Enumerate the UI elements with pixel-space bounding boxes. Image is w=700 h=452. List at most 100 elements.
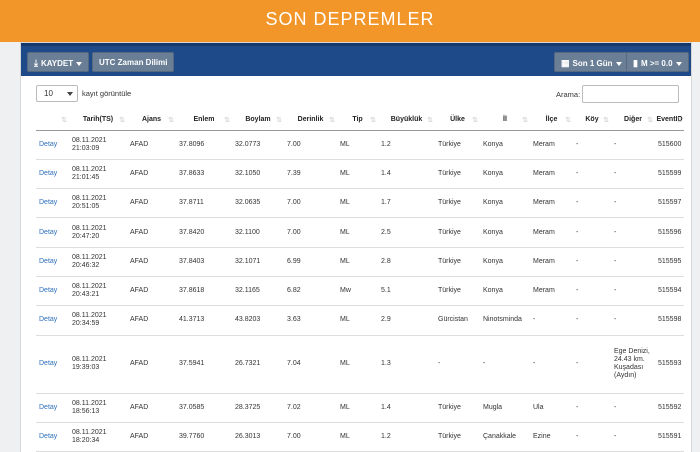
depth-cell: 7.39 bbox=[284, 159, 337, 190]
detail-link[interactable]: Detay bbox=[36, 130, 69, 160]
date-cell: 08.11.2021 20:47:20 bbox=[69, 217, 127, 248]
agency-cell: AFAD bbox=[127, 305, 176, 336]
table-row: Detay 08.11.2021 20:46:32 AFAD 37.8403 32.107… bbox=[36, 247, 684, 277]
column-header[interactable]: İlçe ⇅ bbox=[530, 110, 573, 131]
mag-cell: 5.1 bbox=[378, 276, 435, 307]
date-cell: 08.11.2021 18:20:34 bbox=[69, 422, 127, 452]
column-header-label: Enlem bbox=[193, 116, 215, 124]
district-cell: Meram bbox=[530, 159, 573, 190]
lat-cell: 39.7760 bbox=[176, 422, 232, 452]
lon-cell: 43.8203 bbox=[232, 305, 284, 336]
type-cell: ML bbox=[337, 217, 378, 248]
column-header[interactable]: Tarih(TS) ⇅ bbox=[69, 110, 127, 131]
detail-link[interactable]: Detay bbox=[36, 247, 69, 277]
detail-link[interactable]: Detay bbox=[36, 335, 69, 394]
detail-link[interactable]: Detay bbox=[36, 276, 69, 307]
country-cell: Türkiye bbox=[435, 159, 480, 190]
search-input[interactable] bbox=[582, 85, 679, 103]
detail-link[interactable]: Detay bbox=[36, 188, 69, 219]
column-header-label: Ajans bbox=[141, 116, 162, 124]
column-header[interactable]: İl ⇅ bbox=[480, 110, 530, 131]
column-header[interactable]: Ajans ⇅ bbox=[127, 110, 176, 131]
lat-cell: 37.8403 bbox=[176, 247, 232, 277]
country-cell: Türkiye bbox=[435, 188, 480, 219]
lon-cell: 28.3725 bbox=[232, 393, 284, 423]
agency-cell: AFAD bbox=[127, 276, 176, 307]
province-cell: Konya bbox=[480, 217, 530, 248]
column-header[interactable]: Tip ⇅ bbox=[337, 110, 378, 131]
province-cell: Konya bbox=[480, 130, 530, 160]
time-text: 19:39:03 bbox=[72, 364, 100, 372]
depth-cell: 7.00 bbox=[284, 188, 337, 219]
district-cell: Meram bbox=[530, 188, 573, 219]
page-title: SON DEPREMLER bbox=[265, 9, 435, 29]
lat-cell: 37.0585 bbox=[176, 393, 232, 423]
detail-link[interactable]: Detay bbox=[36, 305, 69, 336]
other-cell: - bbox=[611, 130, 655, 160]
column-header-label: İlçe bbox=[545, 116, 558, 124]
earthquake-table: ⇅ Tarih(TS) ⇅ Ajans ⇅ Enlem ⇅ Boylam ⇅ Derinlik ⇅ T… bbox=[36, 110, 684, 452]
column-header[interactable]: Boylam ⇅ bbox=[232, 110, 284, 131]
detail-link[interactable]: Detay bbox=[36, 422, 69, 452]
date-cell: 08.11.2021 18:56:13 bbox=[69, 393, 127, 423]
save-button[interactable]: ⤓ KAYDET bbox=[27, 52, 90, 72]
agency-cell: AFAD bbox=[127, 393, 176, 423]
column-header[interactable]: Ülke ⇅ bbox=[435, 110, 480, 131]
sort-icon: ⇅ bbox=[427, 117, 433, 124]
column-header[interactable]: ⇅ bbox=[36, 110, 69, 131]
utc-timezone-button[interactable]: UTC Zaman Dilimi bbox=[92, 52, 175, 72]
lon-cell: 32.1071 bbox=[232, 247, 284, 277]
column-header[interactable]: EventID ⇅ bbox=[655, 110, 684, 131]
utc-timezone-label: UTC Zaman Dilimi bbox=[99, 58, 168, 67]
column-header[interactable]: Diğer ⇅ bbox=[611, 110, 655, 131]
country-cell: Türkiye bbox=[435, 217, 480, 248]
village-cell: - bbox=[573, 247, 611, 277]
page-length-select[interactable]: 10 bbox=[36, 85, 78, 102]
table-row: Detay 08.11.2021 21:01:45 AFAD 37.8633 32.105… bbox=[36, 159, 684, 190]
type-cell: ML bbox=[337, 305, 378, 336]
agency-cell: AFAD bbox=[127, 217, 176, 248]
sort-icon: ⇅ bbox=[370, 117, 376, 124]
detail-link[interactable]: Detay bbox=[36, 159, 69, 190]
other-cell: - bbox=[611, 422, 655, 452]
event-id-cell: 515596 bbox=[655, 217, 684, 248]
page-banner: SON DEPREMLER bbox=[0, 0, 700, 42]
date-cell: 08.11.2021 21:03:09 bbox=[69, 130, 127, 160]
mag-cell: 1.2 bbox=[378, 422, 435, 452]
depth-cell: 7.00 bbox=[284, 217, 337, 248]
village-cell: - bbox=[573, 276, 611, 307]
event-id-cell: 515598 bbox=[655, 305, 684, 336]
detail-link[interactable]: Detay bbox=[36, 217, 69, 248]
column-header[interactable]: Köy ⇅ bbox=[573, 110, 611, 131]
column-header[interactable]: Enlem ⇅ bbox=[176, 110, 232, 131]
magnitude-dropdown[interactable]: ▮ M >= 0.0 bbox=[626, 52, 689, 72]
sort-icon: ⇅ bbox=[472, 117, 478, 124]
village-cell: - bbox=[573, 130, 611, 160]
date-cell: 08.11.2021 20:51:05 bbox=[69, 188, 127, 219]
sort-icon: ⇅ bbox=[676, 117, 682, 124]
mag-cell: 2.8 bbox=[378, 247, 435, 277]
period-dropdown[interactable]: ▦ Son 1 Gün bbox=[554, 52, 629, 72]
magnitude-dropdown-label: M >= 0.0 bbox=[640, 59, 673, 68]
table-row: Detay 08.11.2021 18:56:13 AFAD 37.0585 28.372… bbox=[36, 393, 684, 423]
detail-link[interactable]: Detay bbox=[36, 393, 69, 423]
depth-cell: 7.00 bbox=[284, 130, 337, 160]
column-header-label: Boylam bbox=[245, 116, 271, 124]
column-header-label: Köy bbox=[585, 116, 599, 124]
depth-cell: 7.02 bbox=[284, 393, 337, 423]
column-header[interactable]: Derinlik ⇅ bbox=[284, 110, 337, 131]
agency-cell: AFAD bbox=[127, 130, 176, 160]
agency-cell: AFAD bbox=[127, 247, 176, 277]
column-header[interactable]: Büyüklük ⇅ bbox=[378, 110, 435, 131]
earthquake-panel: ⤓ KAYDET UTC Zaman Dilimi ▦ Son 1 Gün ▮ M >… bbox=[20, 42, 692, 452]
lat-cell: 37.8420 bbox=[176, 217, 232, 248]
province-cell: Konya bbox=[480, 247, 530, 277]
sort-icon: ⇅ bbox=[168, 117, 174, 124]
sort-icon: ⇅ bbox=[329, 117, 335, 124]
province-cell: Ninotsminda bbox=[480, 305, 530, 336]
depth-cell: 7.00 bbox=[284, 422, 337, 452]
other-cell: - bbox=[611, 247, 655, 277]
table-row: Detay 08.11.2021 20:43:21 AFAD 37.8618 32.116… bbox=[36, 276, 684, 307]
column-header-label: İl bbox=[503, 116, 507, 124]
column-header-label: Derinlik bbox=[297, 116, 324, 124]
